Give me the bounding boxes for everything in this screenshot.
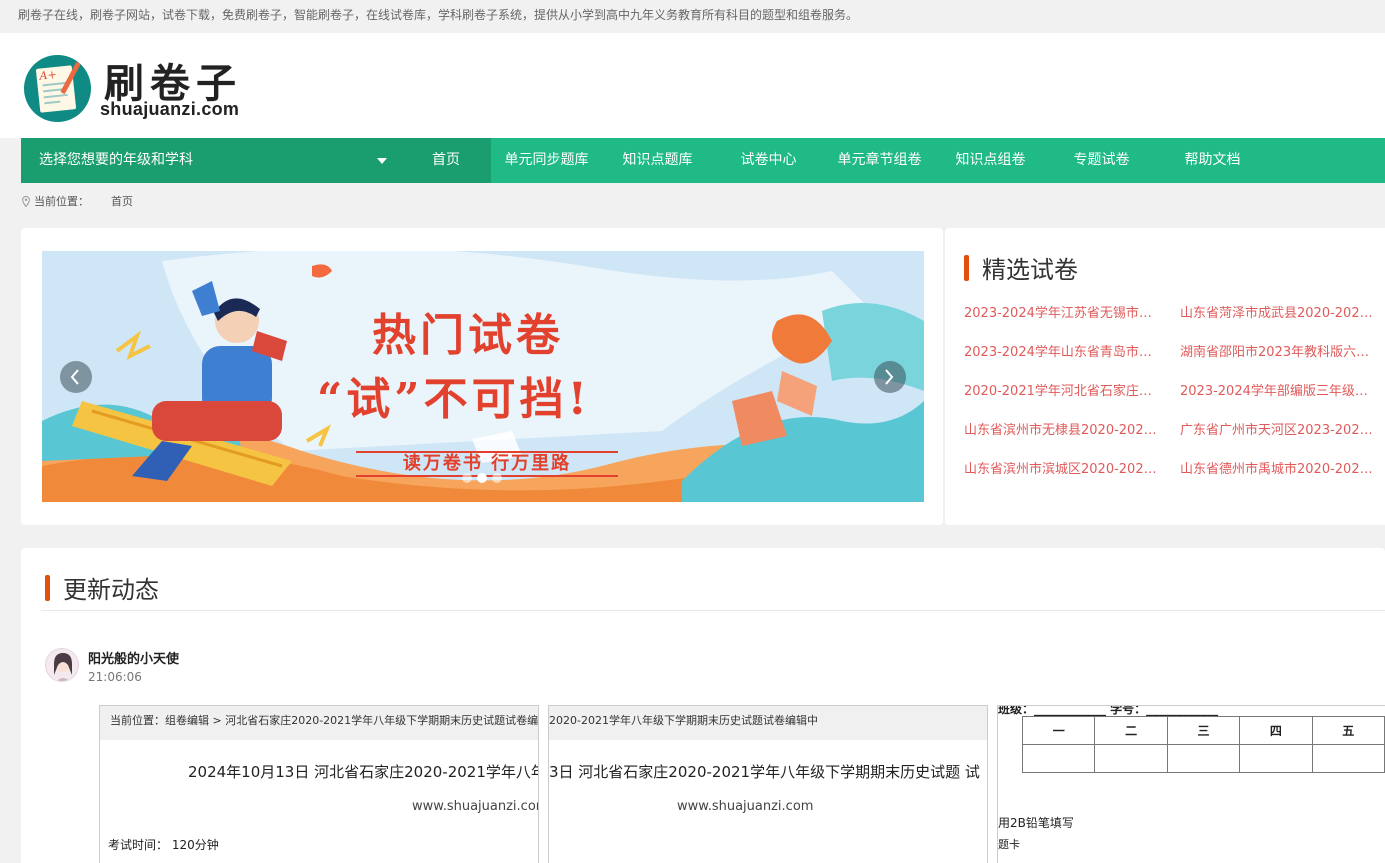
score-col: 二 [1094,716,1168,745]
breadcrumb: 当前位置： 首页 [22,193,133,209]
nav-item-help-docs[interactable]: 帮助文档 [1157,138,1268,183]
featured-link[interactable]: 湖南省邵阳市2023年教科版六年... [1180,345,1380,361]
score-col: 五 [1311,716,1385,745]
carousel-dot[interactable] [492,473,502,483]
banner-slogan: “试”不可挡! [317,374,591,425]
featured-link[interactable]: 2020-2021学年河北省石家庄市... [964,384,1164,400]
carousel-dot-active[interactable] [477,473,487,483]
logo-icon[interactable]: A+ [24,55,91,122]
title-accent-bar [45,574,50,601]
paper-thumbnail[interactable]: 当前位置：组卷编辑 > 河北省石家庄2020-2021学年八年级下学期期末历史试… [99,705,539,863]
grade-subject-select[interactable]: 选择您想要的年级和学科 [21,138,401,183]
carousel-next-button[interactable] [874,361,906,393]
featured-link[interactable]: 2023-2024学年部编版三年级下... [1180,384,1380,400]
featured-link[interactable]: 广东省广州市天河区2023-2024... [1180,423,1380,439]
banner-carousel[interactable]: 热门试卷 “试”不可挡! 读万卷书 行万里路 [42,251,924,502]
featured-papers-panel: 精选试卷 2023-2024学年江苏省无锡市洛... 山东省菏泽市成武县2020… [945,228,1385,525]
grade-subject-select-label: 选择您想要的年级和学科 [39,152,193,168]
breadcrumb-label: 当前位置： [34,195,89,208]
featured-title-text: 精选试卷 [982,256,1078,284]
nav-item-unit-chapter-compose[interactable]: 单元章节组卷 [824,138,935,183]
thumbnail-heading: 3日 河北省石家庄2020-2021学年八年级下学期期末历史试题 试 [549,763,980,781]
nav-items: 首页 单元同步题库 知识点题库 试卷中心 单元章节组卷 知识点组卷 专题试卷 帮… [401,138,1268,183]
logo-subtitle[interactable]: shuajuanzi.com [100,99,239,120]
updates-title: 更新动态 [45,570,159,605]
breadcrumb-current[interactable]: 首页 [111,193,133,209]
site-description-bar: 刷卷子在线，刷卷子网站，试卷下载，免费刷卷子，智能刷卷子，在线试卷库，学科刷卷子… [0,0,1385,33]
nav-item-home[interactable]: 首页 [401,138,491,183]
banner-card: 热门试卷 “试”不可挡! 读万卷书 行万里路 [21,228,943,525]
banner-headline: 热门试卷 [372,310,564,361]
featured-link[interactable]: 山东省滨州市滨城区2020-2021... [964,462,1164,478]
carousel-dots [462,473,502,483]
thumbnail-breadcrumb: 2020-2021学年八年级下学期期末历史试题试卷编辑中 [549,706,987,740]
score-table: 一 二 三 四 五 [1021,716,1385,773]
caret-down-icon [377,158,387,164]
score-col: 三 [1166,716,1241,745]
nav-item-knowledge-compose[interactable]: 知识点组卷 [935,138,1046,183]
update-time: 21:06:06 [88,670,142,684]
location-pin-icon [22,195,30,207]
score-col: 四 [1239,716,1313,745]
updates-title-text: 更新动态 [63,576,159,604]
user-avatar-icon [54,653,72,681]
thumbnail-breadcrumb: 当前位置：组卷编辑 > 河北省石家庄2020-2021学年八年级下学期期末历史试… [100,706,538,740]
featured-link[interactable]: 2023-2024学年江苏省无锡市洛... [964,306,1164,322]
thumbnail-heading: 2024年10月13日 河北省石家庄2020-2021学年八年级下学期期末历史试… [188,763,538,781]
carousel-dot[interactable] [462,473,472,483]
updates-panel: 更新动态 阳光般的小天使 21:06:06 当前位置：组卷编辑 > 河北省石家庄… [21,548,1385,863]
featured-link[interactable]: 2023-2024学年山东省青岛市市... [964,345,1164,361]
nav-item-unit-sync-bank[interactable]: 单元同步题库 [491,138,602,183]
thumbnail-instruction: 用2B铅笔填写 [998,816,1074,830]
divider [41,610,1385,611]
featured-link[interactable]: 山东省德州市禹城市2020-2021... [1180,462,1380,478]
thumbnail-instruction: 题卡 [998,838,1020,851]
nav-item-topic-papers[interactable]: 专题试卷 [1046,138,1157,183]
carousel-prev-button[interactable] [60,361,92,393]
featured-title: 精选试卷 [964,250,1078,285]
featured-link[interactable]: 山东省菏泽市成武县2020-2021... [1180,306,1380,322]
thumbnail-site: www.shuajuanzi.com [677,799,814,814]
paper-thumbnail[interactable]: 班级：____________ 学号：____________ 一 二 三 四 … [997,705,1385,863]
main-nav: 选择您想要的年级和学科 首页 单元同步题库 知识点题库 试卷中心 单元章节组卷 … [21,138,1385,183]
featured-links: 2023-2024学年江苏省无锡市洛... 山东省菏泽市成武县2020-2021… [964,306,1385,478]
logo-badge: A+ [38,67,58,83]
thumbnail-exam-time: 考试时间： 120分钟 [108,838,219,852]
chevron-right-icon [885,369,894,385]
nav-item-knowledge-bank[interactable]: 知识点题库 [602,138,713,183]
user-name[interactable]: 阳光般的小天使 [88,648,179,667]
header: A+ 刷卷子 shuajuanzi.com [0,33,1385,138]
featured-link[interactable]: 山东省滨州市无棣县2020-2021... [964,423,1164,439]
paper-thumbnail[interactable]: 2020-2021学年八年级下学期期末历史试题试卷编辑中 3日 河北省石家庄20… [548,705,988,863]
title-accent-bar [964,254,969,281]
score-col: 一 [1021,716,1096,745]
thumbnail-site: www.shuajuanzi.com [412,799,539,814]
chevron-left-icon [70,369,79,385]
avatar[interactable] [45,648,79,682]
nav-item-paper-center[interactable]: 试卷中心 [713,138,824,183]
site-description: 刷卷子在线，刷卷子网站，试卷下载，免费刷卷子，智能刷卷子，在线试卷库，学科刷卷子… [18,8,859,22]
